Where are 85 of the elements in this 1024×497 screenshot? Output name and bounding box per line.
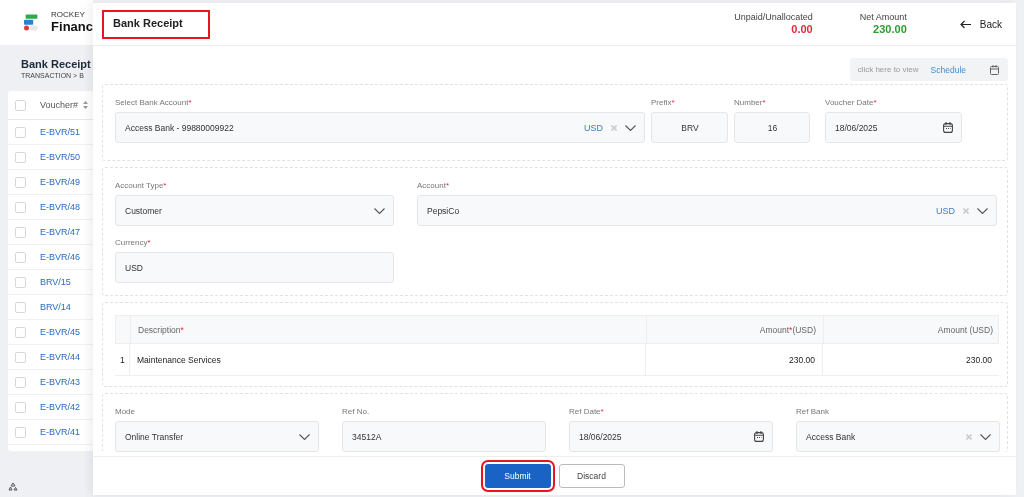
- select-field[interactable]: PepsiCo USD: [417, 195, 997, 226]
- summary-value: 0.00: [791, 22, 813, 36]
- arrow-left-icon: [959, 19, 971, 29]
- checkbox[interactable]: [15, 376, 26, 388]
- checkbox[interactable]: [15, 301, 26, 313]
- column-header: Description*: [130, 316, 646, 343]
- voucher-link[interactable]: E-BVR/44: [40, 352, 81, 362]
- chevron-down-icon[interactable]: [977, 207, 988, 214]
- checkbox[interactable]: [15, 401, 26, 413]
- chevron-down-icon[interactable]: [374, 207, 385, 214]
- discard-button[interactable]: Discard: [558, 464, 625, 488]
- date-field[interactable]: 18/06/2025: [569, 421, 773, 452]
- column-header: Amount*(USD): [646, 316, 823, 343]
- currency-tag: USD: [936, 205, 955, 216]
- clear-icon[interactable]: [963, 207, 969, 214]
- select-field[interactable]: Access Bank - 99880009922 USD: [115, 112, 645, 143]
- field-label: Ref No.: [342, 407, 371, 416]
- field-label: Voucher Date*: [825, 98, 878, 107]
- checkbox[interactable]: [15, 326, 26, 338]
- text-field[interactable]: 34512A: [342, 421, 546, 452]
- summary-label: Net Amount: [859, 12, 907, 23]
- voucher-link[interactable]: BRV/14: [40, 302, 71, 312]
- field-label: Currency*: [115, 238, 152, 247]
- voucher-link[interactable]: E-BVR/47: [40, 227, 81, 237]
- table-cell: 230.00: [645, 344, 822, 375]
- checkbox[interactable]: [15, 351, 26, 363]
- voucher-link[interactable]: E-BVR/45: [40, 327, 81, 337]
- select-field[interactable]: Customer: [115, 195, 394, 226]
- field-label: Prefix*: [651, 98, 676, 107]
- field-label: Ref Bank: [796, 407, 830, 416]
- checkbox[interactable]: [15, 251, 26, 263]
- checkbox[interactable]: [15, 276, 26, 288]
- checkbox[interactable]: [15, 151, 26, 163]
- checkbox[interactable]: [15, 226, 26, 238]
- checkbox[interactable]: [15, 126, 26, 138]
- voucher-link[interactable]: E-BVR/43: [40, 377, 81, 387]
- column-header: Amount (USD): [823, 316, 1000, 343]
- summary-value: 230.00: [873, 22, 907, 36]
- field-label: Mode: [115, 407, 136, 416]
- brand-name: ROCKEY: [51, 10, 86, 20]
- field-label: Account Type*: [115, 181, 168, 190]
- voucher-link[interactable]: BRV/15: [40, 277, 71, 287]
- sort-icon[interactable]: [83, 101, 89, 109]
- select-field[interactable]: Online Transfer: [115, 421, 319, 452]
- calendar-icon[interactable]: [754, 431, 764, 442]
- chevron-down-icon[interactable]: [980, 433, 991, 440]
- chevron-down-icon[interactable]: [299, 433, 310, 440]
- voucher-link[interactable]: E-BVR/50: [40, 152, 81, 162]
- checkbox[interactable]: [15, 426, 26, 438]
- field-label: Ref Date*: [569, 407, 605, 416]
- field-label: Account*: [417, 181, 451, 190]
- field-label: Select Bank Account*: [115, 98, 193, 107]
- currency-tag: USD: [584, 122, 603, 133]
- table-cell: Maintenance Services: [129, 344, 645, 375]
- text-field[interactable]: USD: [115, 252, 394, 283]
- table-cell: 230.00: [822, 344, 999, 375]
- calendar-icon[interactable]: [943, 122, 953, 133]
- schedule-link[interactable]: Schedule: [930, 64, 966, 75]
- date-field[interactable]: 18/06/2025: [825, 112, 962, 143]
- voucher-link[interactable]: E-BVR/42: [40, 402, 81, 412]
- checkbox[interactable]: [15, 99, 26, 111]
- page-title: Bank Receipt: [21, 58, 92, 70]
- chevron-down-icon[interactable]: [625, 124, 636, 131]
- checkbox[interactable]: [15, 201, 26, 213]
- calendar-icon[interactable]: [990, 64, 1000, 75]
- row-number: 1: [119, 353, 126, 367]
- column-header[interactable]: Voucher#: [40, 100, 79, 110]
- text-field[interactable]: BRV: [651, 112, 728, 143]
- voucher-link[interactable]: E-BVR/41: [40, 427, 81, 437]
- summary-label: Unpaid/Unallocated: [734, 12, 813, 23]
- voucher-link[interactable]: E-BVR/46: [40, 252, 81, 262]
- clear-icon[interactable]: [611, 124, 617, 131]
- voucher-link[interactable]: E-BVR/51: [40, 127, 81, 137]
- brand-name: Financ: [51, 19, 93, 35]
- checkbox[interactable]: [15, 176, 26, 188]
- drawer-title: Bank Receipt: [102, 9, 210, 39]
- voucher-link[interactable]: E-BVR/48: [40, 202, 81, 212]
- text-field[interactable]: 16: [734, 112, 810, 143]
- select-field[interactable]: Access Bank: [796, 421, 1000, 452]
- schedule-hint: click here to view: [857, 65, 919, 74]
- field-label: Number*: [734, 98, 767, 107]
- logo-icon: [24, 12, 40, 33]
- voucher-link[interactable]: E-BVR/49: [40, 177, 81, 187]
- back-button[interactable]: Back: [959, 18, 1002, 30]
- clear-icon[interactable]: [966, 433, 972, 440]
